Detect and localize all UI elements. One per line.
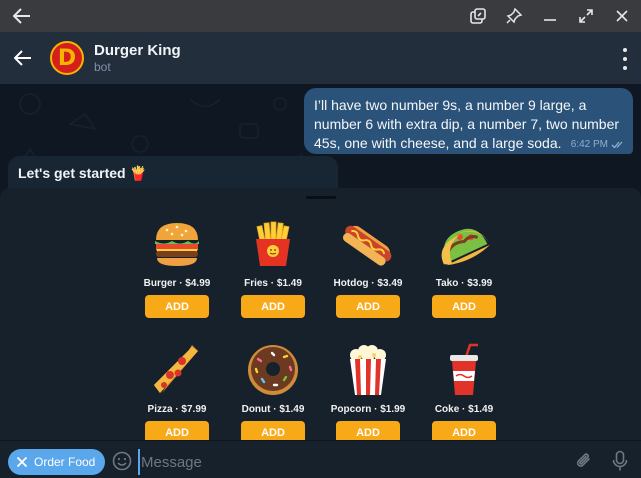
add-tako-button[interactable]: ADD [432, 295, 496, 318]
item-caption: Hotdog · $3.49 [333, 278, 403, 289]
outgoing-message[interactable]: I’ll have two number 9s, a number 9 larg… [304, 88, 633, 154]
emoji-icon[interactable] [112, 451, 132, 471]
add-pizza-button[interactable]: ADD [145, 421, 209, 440]
hotdog-icon [328, 216, 408, 272]
item-caption: Fries · $1.49 [244, 278, 302, 289]
item-caption: Pizza · $7.99 [147, 404, 207, 415]
picture-in-picture-icon[interactable] [467, 5, 489, 27]
chat-title[interactable]: Durger King [94, 42, 181, 59]
menu-item-coke: Coke · $1.49 ADD [424, 342, 504, 440]
popcorn-icon [328, 342, 408, 398]
soda-icon [424, 342, 504, 398]
message-time: 6:42 PM [570, 139, 608, 150]
microphone-icon[interactable] [610, 450, 630, 472]
maximize-icon[interactable] [575, 5, 597, 27]
paperclip-icon[interactable] [574, 451, 594, 471]
add-popcorn-button[interactable]: ADD [336, 421, 400, 440]
burger-icon [137, 216, 217, 272]
add-hotdog-button[interactable]: ADD [336, 295, 400, 318]
menu-item-hotdog: Hotdog · $3.49 ADD [328, 216, 408, 318]
message-input[interactable] [138, 449, 558, 475]
minimize-icon[interactable] [539, 5, 561, 27]
message-composer: Order Food [0, 440, 641, 478]
item-caption: Burger · $4.99 [143, 278, 211, 289]
back-arrow-icon[interactable] [12, 47, 34, 69]
add-coke-button[interactable]: ADD [432, 421, 496, 440]
add-fries-button[interactable]: ADD [241, 295, 305, 318]
menu-item-fries: Fries · $1.49 ADD [233, 216, 313, 318]
avatar-letter: D [57, 45, 77, 71]
avatar[interactable]: D [50, 41, 84, 75]
more-options-icon[interactable] [621, 48, 629, 70]
double-check-icon [611, 141, 623, 148]
fries-icon [233, 216, 313, 272]
order-food-label: Order Food [34, 455, 96, 469]
menu-item-pizza: Pizza · $7.99 ADD [137, 342, 217, 440]
chat-header: D Durger King bot [0, 32, 641, 84]
menu-item-donut: Donut · $1.49 ADD [233, 342, 313, 440]
window-back-icon[interactable] [10, 5, 34, 27]
pizza-icon [137, 342, 217, 398]
message-list[interactable]: I’ll have two number 9s, a number 9 larg… [0, 84, 641, 194]
window-titlebar [0, 0, 641, 32]
web-app-panel[interactable]: Burger · $4.99 ADD Fries · $1.49 ADD Hot… [0, 188, 641, 440]
pin-icon[interactable] [503, 5, 525, 27]
order-food-button[interactable]: Order Food [8, 449, 106, 475]
incoming-message-text: Let's get started 🍟 [18, 165, 147, 181]
menu-item-burger: Burger · $4.99 ADD [137, 216, 217, 318]
item-caption: Donut · $1.49 [241, 404, 305, 415]
taco-icon [424, 216, 504, 272]
panel-drag-handle[interactable] [306, 196, 336, 199]
add-donut-button[interactable]: ADD [241, 421, 305, 440]
add-burger-button[interactable]: ADD [145, 295, 209, 318]
item-caption: Tako · $3.99 [435, 278, 493, 289]
menu-item-popcorn: Popcorn · $1.99 ADD [328, 342, 408, 440]
close-icon [16, 456, 28, 468]
message-meta: 6:42 PM [571, 139, 625, 150]
item-caption: Coke · $1.49 [434, 404, 494, 415]
close-icon[interactable] [611, 5, 633, 27]
item-caption: Popcorn · $1.99 [330, 404, 406, 415]
menu-item-tako: Tako · $3.99 ADD [424, 216, 504, 318]
chat-subtitle: bot [94, 60, 111, 74]
donut-icon [233, 342, 313, 398]
